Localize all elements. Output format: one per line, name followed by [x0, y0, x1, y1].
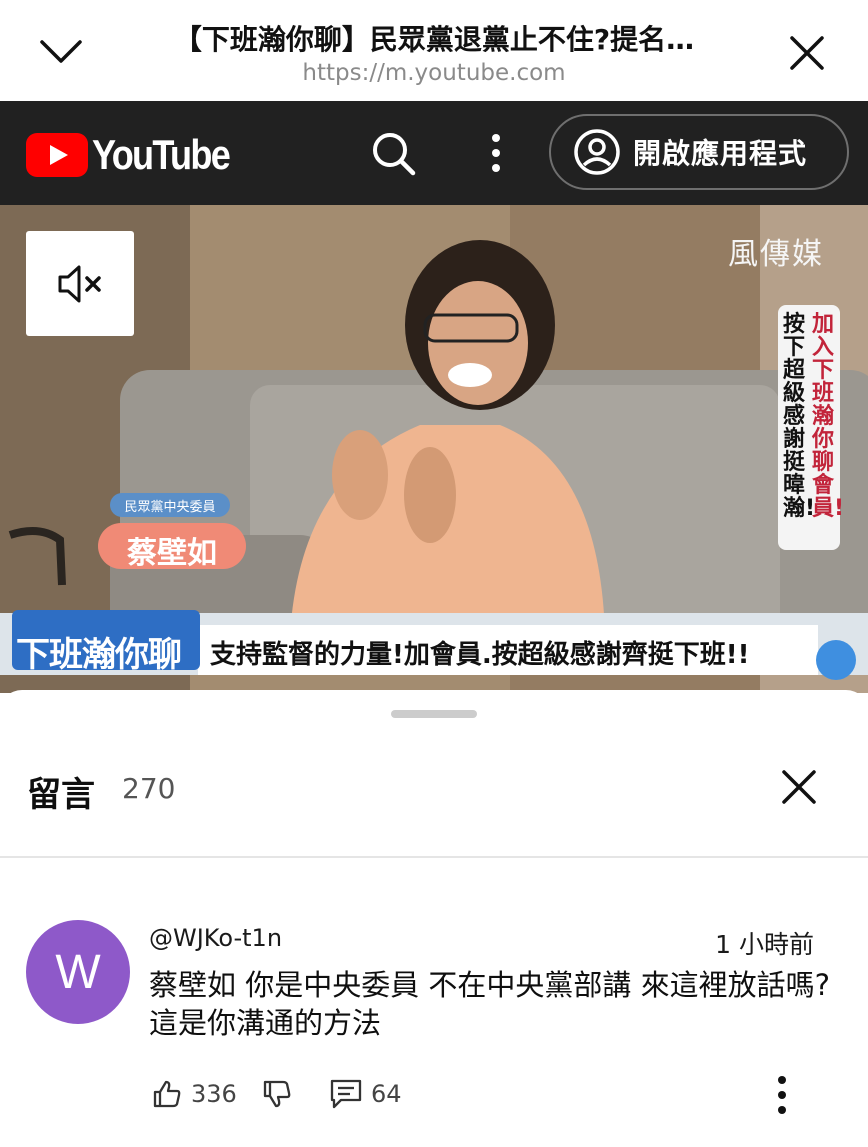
side-banner-join: 加入下班瀚你聊會員! [812, 312, 845, 521]
youtube-logo-text: YouTube [92, 131, 231, 178]
side-banner-thanks: 按下超級感謝挺暐瀚! [783, 312, 816, 521]
chevron-down-icon[interactable] [38, 34, 84, 70]
youtube-logo[interactable]: YouTube [26, 131, 251, 179]
open-app-label: 開啟應用程式 [633, 137, 808, 170]
close-comments-icon[interactable] [779, 767, 819, 807]
account-circle-icon [574, 129, 620, 175]
page-url: https://m.youtube.com [302, 60, 566, 86]
comment-icon [330, 1079, 362, 1109]
unmute-button[interactable] [26, 231, 134, 336]
avatar[interactable]: W [26, 920, 130, 1024]
drag-handle[interactable] [391, 710, 477, 718]
comments-count: 270 [122, 772, 176, 805]
show-logo: 下班瀚你聊 [16, 635, 182, 675]
browser-top-bar: 【下班瀚你聊】民眾黨退黨止不住?提名… https://m.youtube.co… [0, 0, 868, 101]
comment-more-icon[interactable] [770, 1072, 794, 1118]
youtube-play-icon [26, 133, 88, 177]
comment-time: 1 小時前 [715, 930, 814, 959]
avatar-letter: W [55, 945, 101, 999]
like-button[interactable]: 336 [151, 1074, 237, 1114]
ticker-text: 支持監督的力量!加會員.按超級感謝齊挺下班!! [210, 640, 750, 670]
search-icon[interactable] [368, 128, 418, 178]
comments-sheet [0, 690, 868, 1147]
open-app-button[interactable]: 開啟應用程式 [549, 114, 849, 190]
watermark: 風傳媒 [728, 237, 824, 272]
reply-button[interactable]: 64 [329, 1074, 402, 1114]
name-tag-title: 民眾黨中央委員 [124, 500, 216, 515]
thumbs-down-icon [263, 1080, 291, 1108]
comment-text: 蔡壁如 你是中央委員 不在中央黨部講 來這裡放話嗎? 這是你溝通的方法 [149, 968, 831, 1040]
reply-count: 64 [371, 1080, 402, 1108]
volume-off-icon [58, 265, 101, 302]
name-tag-name: 蔡壁如 [127, 536, 217, 571]
page-title: 【下班瀚你聊】民眾黨退黨止不住?提名… [173, 23, 695, 56]
divider [0, 856, 868, 858]
more-vert-icon[interactable] [484, 130, 508, 176]
close-icon[interactable] [786, 32, 828, 74]
thumbs-up-icon [153, 1080, 181, 1108]
comment-author[interactable]: @WJKo-t1n [149, 924, 282, 952]
like-count: 336 [191, 1080, 237, 1108]
comments-title: 留言 [27, 775, 95, 815]
dislike-button[interactable] [261, 1074, 293, 1114]
